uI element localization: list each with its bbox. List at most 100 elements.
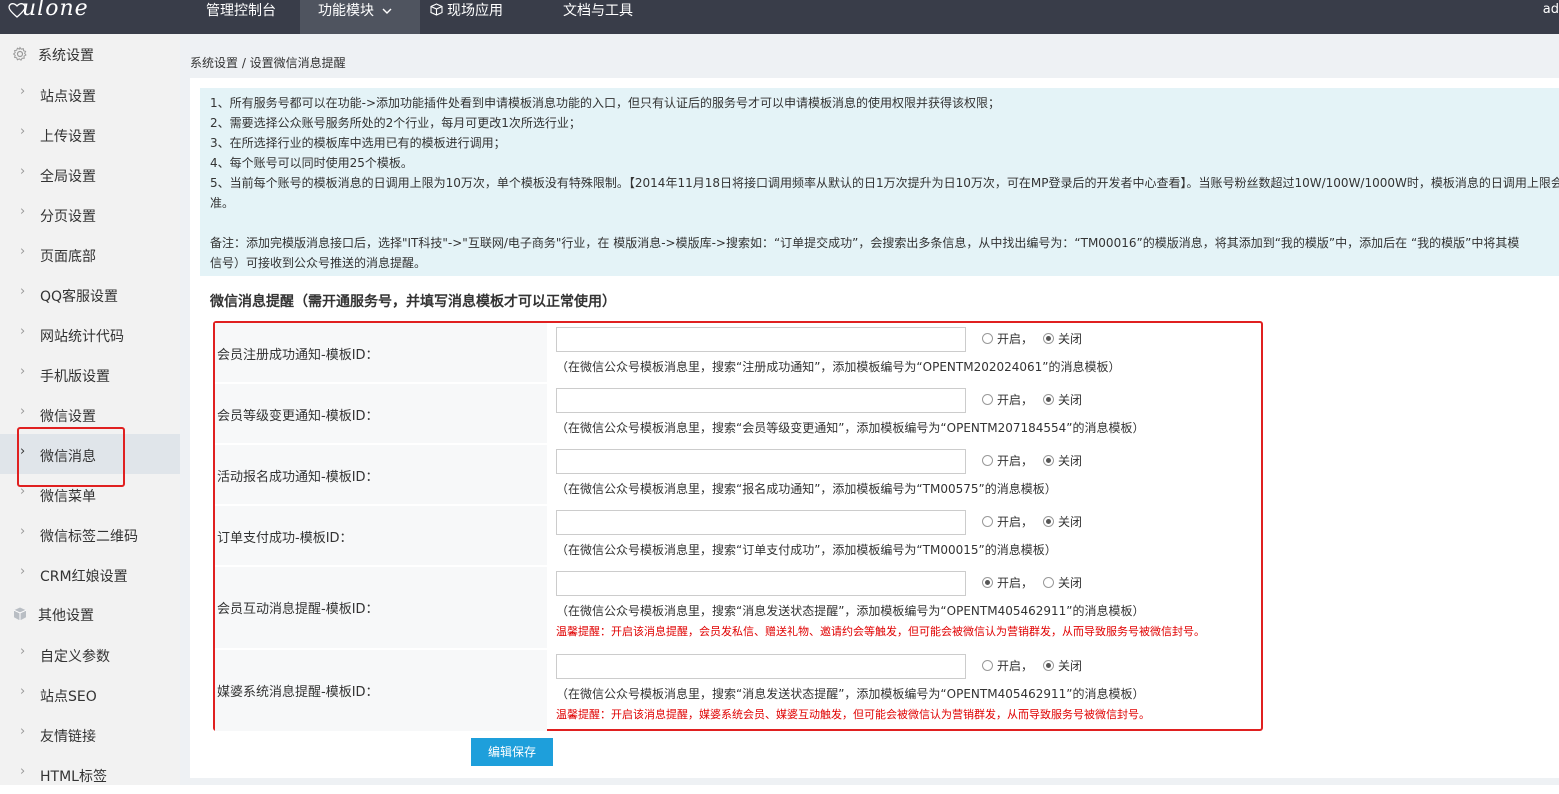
disable-radio[interactable]	[1043, 577, 1054, 588]
enable-radio[interactable]	[982, 394, 993, 405]
sidebar-item-label: 全局设置	[40, 169, 96, 185]
enable-radio-label[interactable]: 开启，	[997, 452, 1033, 469]
chevron-right-icon: ›	[20, 244, 26, 259]
template-id-input[interactable]	[556, 510, 966, 535]
nav-docs-tools[interactable]: 文档与工具	[545, 0, 655, 34]
nav-dashboard[interactable]: 管理控制台	[188, 0, 294, 34]
notice-line: 信号）可接收到公众号推送的消息提醒。	[210, 256, 427, 270]
sidebar-item[interactable]: › 自定义参数	[0, 634, 180, 674]
enable-radio[interactable]	[982, 660, 993, 671]
chevron-right-icon: ›	[20, 724, 26, 739]
sidebar-item[interactable]: › 站点SEO	[0, 674, 180, 714]
nav-modules[interactable]: 功能模块	[300, 0, 420, 34]
notice-line: 备注：添加完模版消息接口后，选择"IT科技"->"互联网/电子商务"行业，在 模…	[210, 236, 1520, 250]
sidebar-item-label: 友情链接	[40, 729, 96, 745]
disable-radio[interactable]	[1043, 660, 1054, 671]
sidebar-group-other[interactable]: 其他设置	[0, 594, 180, 634]
enable-radio-label[interactable]: 开启，	[997, 574, 1033, 591]
sidebar-item[interactable]: › 上传设置	[0, 114, 180, 154]
sidebar-item[interactable]: › 全局设置	[0, 154, 180, 194]
template-id-input[interactable]	[556, 327, 966, 352]
sidebar-item-label: 自定义参数	[40, 649, 110, 665]
disable-radio-label[interactable]: 关闭	[1058, 452, 1082, 469]
disable-radio-label[interactable]: 关闭	[1058, 574, 1082, 591]
nav-site-apps[interactable]: 现场应用	[412, 0, 542, 34]
sidebar-item[interactable]: › 友情链接	[0, 714, 180, 754]
enable-radio[interactable]	[982, 455, 993, 466]
field-warning: 温馨提醒：开启该消息提醒，会员发私信、赠送礼物、邀请约会等触发，但可能会被微信认…	[556, 625, 1205, 638]
enable-radio-label[interactable]: 开启，	[997, 657, 1033, 674]
sidebar-item[interactable]: › 微信标签二维码	[0, 514, 180, 554]
disable-radio[interactable]	[1043, 333, 1054, 344]
sidebar-item[interactable]: › QQ客服设置	[0, 274, 180, 314]
chevron-right-icon: ›	[20, 644, 26, 659]
sidebar-item-label: CRM红娘设置	[40, 569, 128, 585]
chevron-right-icon: ›	[20, 524, 26, 539]
save-button[interactable]: 编辑保存	[471, 738, 553, 766]
field-hint: （在微信公众号模板消息里，搜索“注册成功通知”，添加模板编号为“OPENTM20…	[556, 360, 1121, 374]
sidebar-item-label: QQ客服设置	[40, 289, 119, 305]
sidebar-item[interactable]: › 网站统计代码	[0, 314, 180, 354]
form-row: 会员等级变更通知-模板ID： 开启， 关闭 （在微信公众号模板消息里，搜索“会员等级变…	[215, 384, 1261, 443]
sidebar-item-label: 网站统计代码	[40, 329, 124, 345]
notice-box: 1、所有服务号都可以在功能->添加功能插件处看到申请模板消息功能的入口，但只有认…	[200, 88, 1559, 276]
sidebar-item[interactable]: › CRM红娘设置	[0, 554, 180, 594]
disable-radio[interactable]	[1043, 394, 1054, 405]
enable-radio-label[interactable]: 开启，	[997, 330, 1033, 347]
cube-icon	[13, 607, 27, 621]
sidebar-item[interactable]: › 手机版设置	[0, 354, 180, 394]
sidebar-item-label: 页面底部	[40, 249, 96, 265]
disable-radio-label[interactable]: 关闭	[1058, 391, 1082, 408]
chevron-right-icon: ›	[20, 84, 26, 99]
disable-radio[interactable]	[1043, 455, 1054, 466]
field-label: 活动报名成功通知-模板ID：	[217, 470, 379, 485]
chevron-right-icon: ›	[20, 324, 26, 339]
field-label: 媒婆系统消息提醒-模板ID：	[217, 685, 379, 700]
form-row: 订单支付成功-模板ID： 开启， 关闭 （在微信公众号模板消息里，搜索“订单支付成功”…	[215, 506, 1261, 565]
template-id-input[interactable]	[556, 388, 966, 413]
field-warning: 温馨提醒：开启该消息提醒，媒婆系统会员、媒婆互动触发，但可能会被微信认为营销群发…	[556, 708, 1150, 721]
notice-line: 1、所有服务号都可以在功能->添加功能插件处看到申请模板消息功能的入口，但只有认…	[210, 96, 1001, 110]
main-content: 系统设置 / 设置微信消息提醒 1、所有服务号都可以在功能->添加功能插件处看到…	[180, 34, 1559, 785]
heart-logo-icon	[8, 3, 26, 18]
sidebar-group-system[interactable]: 系统设置	[0, 34, 180, 74]
logo[interactable]: ulone	[8, 0, 89, 21]
template-id-input[interactable]	[556, 654, 966, 679]
enable-radio-label[interactable]: 开启，	[997, 513, 1033, 530]
field-label: 会员互动消息提醒-模板ID：	[217, 602, 379, 617]
enable-radio-label[interactable]: 开启，	[997, 391, 1033, 408]
field-label: 会员等级变更通知-模板ID：	[217, 409, 379, 424]
field-hint: （在微信公众号模板消息里，搜索“消息发送状态提醒”，添加模板编号为“OPENTM…	[556, 687, 1145, 701]
enable-radio[interactable]	[982, 577, 993, 588]
user-menu[interactable]: ad	[1543, 0, 1559, 20]
notice-line: 4、每个账号可以同时使用25个模板。	[210, 156, 413, 170]
disable-radio-label[interactable]: 关闭	[1058, 513, 1082, 530]
sidebar-item[interactable]: › 站点设置	[0, 74, 180, 114]
disable-radio[interactable]	[1043, 516, 1054, 527]
chevron-right-icon: ›	[20, 124, 26, 139]
enable-radio[interactable]	[982, 516, 993, 527]
sidebar-highlight-box	[17, 427, 125, 487]
sidebar-item-label: 分页设置	[40, 209, 96, 225]
chevron-right-icon: ›	[20, 364, 26, 379]
enable-radio[interactable]	[982, 333, 993, 344]
form-row-label-cell: 会员等级变更通知-模板ID：	[215, 384, 547, 443]
form-row-label-cell: 媒婆系统消息提醒-模板ID：	[215, 650, 547, 731]
sidebar-item-label: 上传设置	[40, 129, 96, 145]
cube-icon	[430, 3, 443, 16]
notice-line: 3、在所选择行业的模板库中选用已有的模板进行调用；	[210, 136, 506, 150]
form-row-label-cell: 会员互动消息提醒-模板ID：	[215, 567, 547, 648]
sidebar-item[interactable]: › 分页设置	[0, 194, 180, 234]
form-row-label-cell: 会员注册成功通知-模板ID：	[215, 323, 547, 382]
disable-radio-label[interactable]: 关闭	[1058, 330, 1082, 347]
top-navbar: ulone 管理控制台 功能模块 现场应用 文档与工具 ad	[0, 0, 1559, 34]
template-id-input[interactable]	[556, 571, 966, 596]
template-id-input[interactable]	[556, 449, 966, 474]
disable-radio-label[interactable]: 关闭	[1058, 657, 1082, 674]
form-row-label-cell: 订单支付成功-模板ID：	[215, 506, 547, 565]
chevron-right-icon: ›	[20, 284, 26, 299]
form-row: 媒婆系统消息提醒-模板ID： 开启， 关闭 （在微信公众号模板消息里，搜索“消息发送状…	[215, 650, 1261, 731]
sidebar-item[interactable]: › HTML标签	[0, 754, 180, 794]
chevron-right-icon: ›	[20, 164, 26, 179]
sidebar-item[interactable]: › 页面底部	[0, 234, 180, 274]
